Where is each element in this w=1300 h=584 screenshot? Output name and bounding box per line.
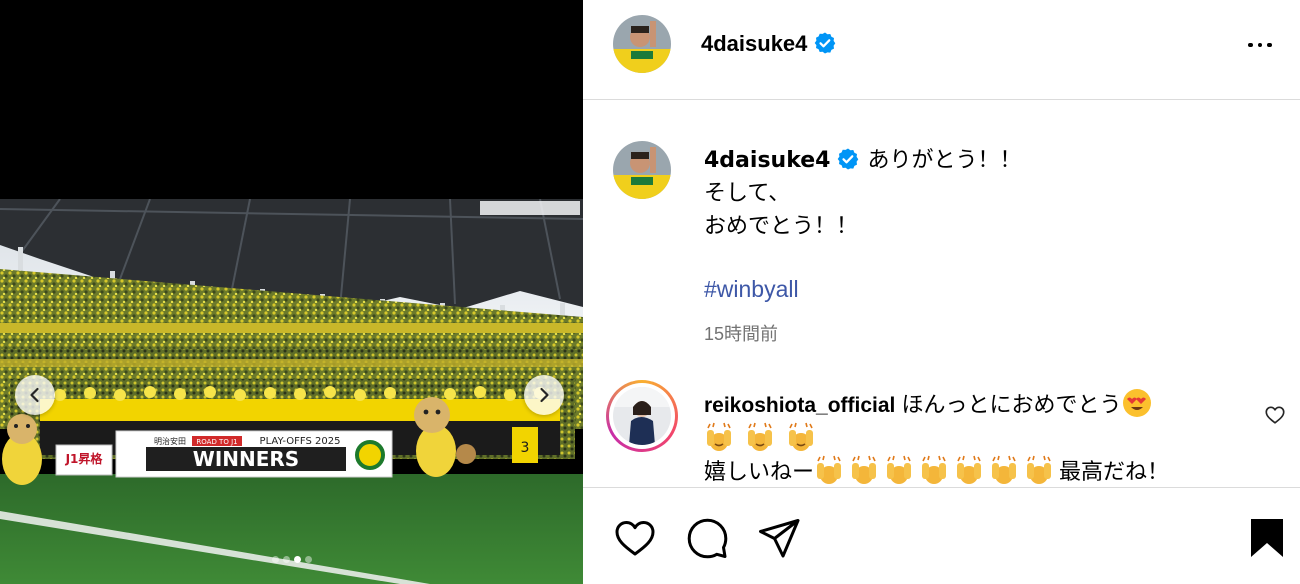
verified-badge-icon: [815, 32, 836, 54]
more-options-button[interactable]: [1242, 33, 1278, 57]
bookmark-icon[interactable]: [1245, 516, 1289, 560]
author-avatar[interactable]: [613, 15, 671, 73]
share-icon[interactable]: [757, 516, 801, 560]
raising-hands-emoji-icon: [707, 422, 731, 451]
chevron-right-icon: [540, 387, 549, 403]
story-ring[interactable]: [606, 380, 678, 452]
verified-badge-icon: [838, 148, 859, 170]
caption-body: 4daisuke4 ありがとう！！ そして、 おめでとう！！: [704, 144, 1264, 243]
svg-text:3: 3: [521, 440, 530, 456]
banner-sponsor: 明治安田: [154, 436, 186, 446]
caption-author-avatar[interactable]: [613, 141, 671, 199]
raising-hands-emoji-icon: [789, 422, 814, 451]
comment-like-heart-icon[interactable]: [1264, 404, 1286, 426]
raising-hands-emoji-icon: [992, 455, 1017, 484]
post-media: WINNERS PLAY-OFFS 2025 明治安田 ROAD TO J1 J…: [0, 0, 583, 584]
heart-icon[interactable]: [613, 516, 657, 560]
comment-icon[interactable]: [685, 516, 729, 560]
raising-hands-emoji-icon: [922, 455, 947, 484]
more-options-icon: [1248, 42, 1253, 48]
author-username[interactable]: 4daisuke4: [701, 31, 837, 57]
banner-subtitle: PLAY-OFFS 2025: [260, 436, 341, 447]
comment-item: reikoshiota_official ほんっとにおめでとう 嬉しいねー 最高だ…: [583, 380, 1300, 488]
raising-hands-emoji-icon: [852, 455, 877, 484]
caption-line-1: ありがとう！！: [867, 148, 1022, 173]
post-header: 4daisuke4: [583, 0, 1300, 100]
post-timestamp[interactable]: 15時間前: [704, 320, 778, 346]
side-sign: J1昇格: [65, 451, 104, 466]
commenter-avatar: [613, 387, 671, 445]
banner-title: WINNERS: [193, 447, 299, 471]
slide-dot: [282, 556, 290, 563]
previous-slide-button[interactable]: [15, 375, 55, 415]
post-action-bar: [583, 487, 1300, 584]
raising-hands-emoji-icon: [1027, 455, 1052, 484]
chevron-left-icon: [30, 387, 39, 403]
next-slide-button[interactable]: [524, 375, 564, 415]
banner-tag: ROAD TO J1: [196, 438, 237, 446]
team-celebration-photo: WINNERS PLAY-OFFS 2025 明治安田 ROAD TO J1 J…: [0, 199, 583, 584]
raising-hands-emoji-icon: [817, 455, 842, 484]
raising-hands-emoji-icon: [957, 455, 982, 484]
commenter-username[interactable]: reikoshiota_official: [704, 394, 895, 417]
caption-line-3: おめでとう！！: [704, 214, 859, 239]
comment-line-3-end: 最高だね！: [1059, 460, 1170, 485]
slide-indicator: [0, 556, 583, 563]
slide-dot: [271, 556, 279, 563]
raising-hands-emoji-icon: [748, 422, 773, 451]
post-sidebar: 4daisuke4 4daisuke4 ありがとう！！ そして、 おめでとう！！…: [583, 0, 1300, 584]
celebration-emoji-row: [704, 422, 1224, 455]
caption-author-username[interactable]: 4daisuke4: [704, 148, 860, 173]
comment-line-1: ほんっとにおめでとう: [901, 393, 1122, 418]
heart-eyes-emoji-icon: [1122, 389, 1151, 417]
comment-line-3-start: 嬉しいねー: [704, 460, 815, 485]
slide-dot: [304, 556, 312, 563]
caption-line-2: そして、: [704, 181, 791, 206]
raising-hands-emoji-icon: [887, 455, 912, 484]
slide-dot-active: [293, 556, 301, 563]
comment-body: reikoshiota_official ほんっとにおめでとう 嬉しいねー 最高だ…: [704, 388, 1224, 488]
hashtag-link[interactable]: #winbyall: [704, 276, 799, 303]
